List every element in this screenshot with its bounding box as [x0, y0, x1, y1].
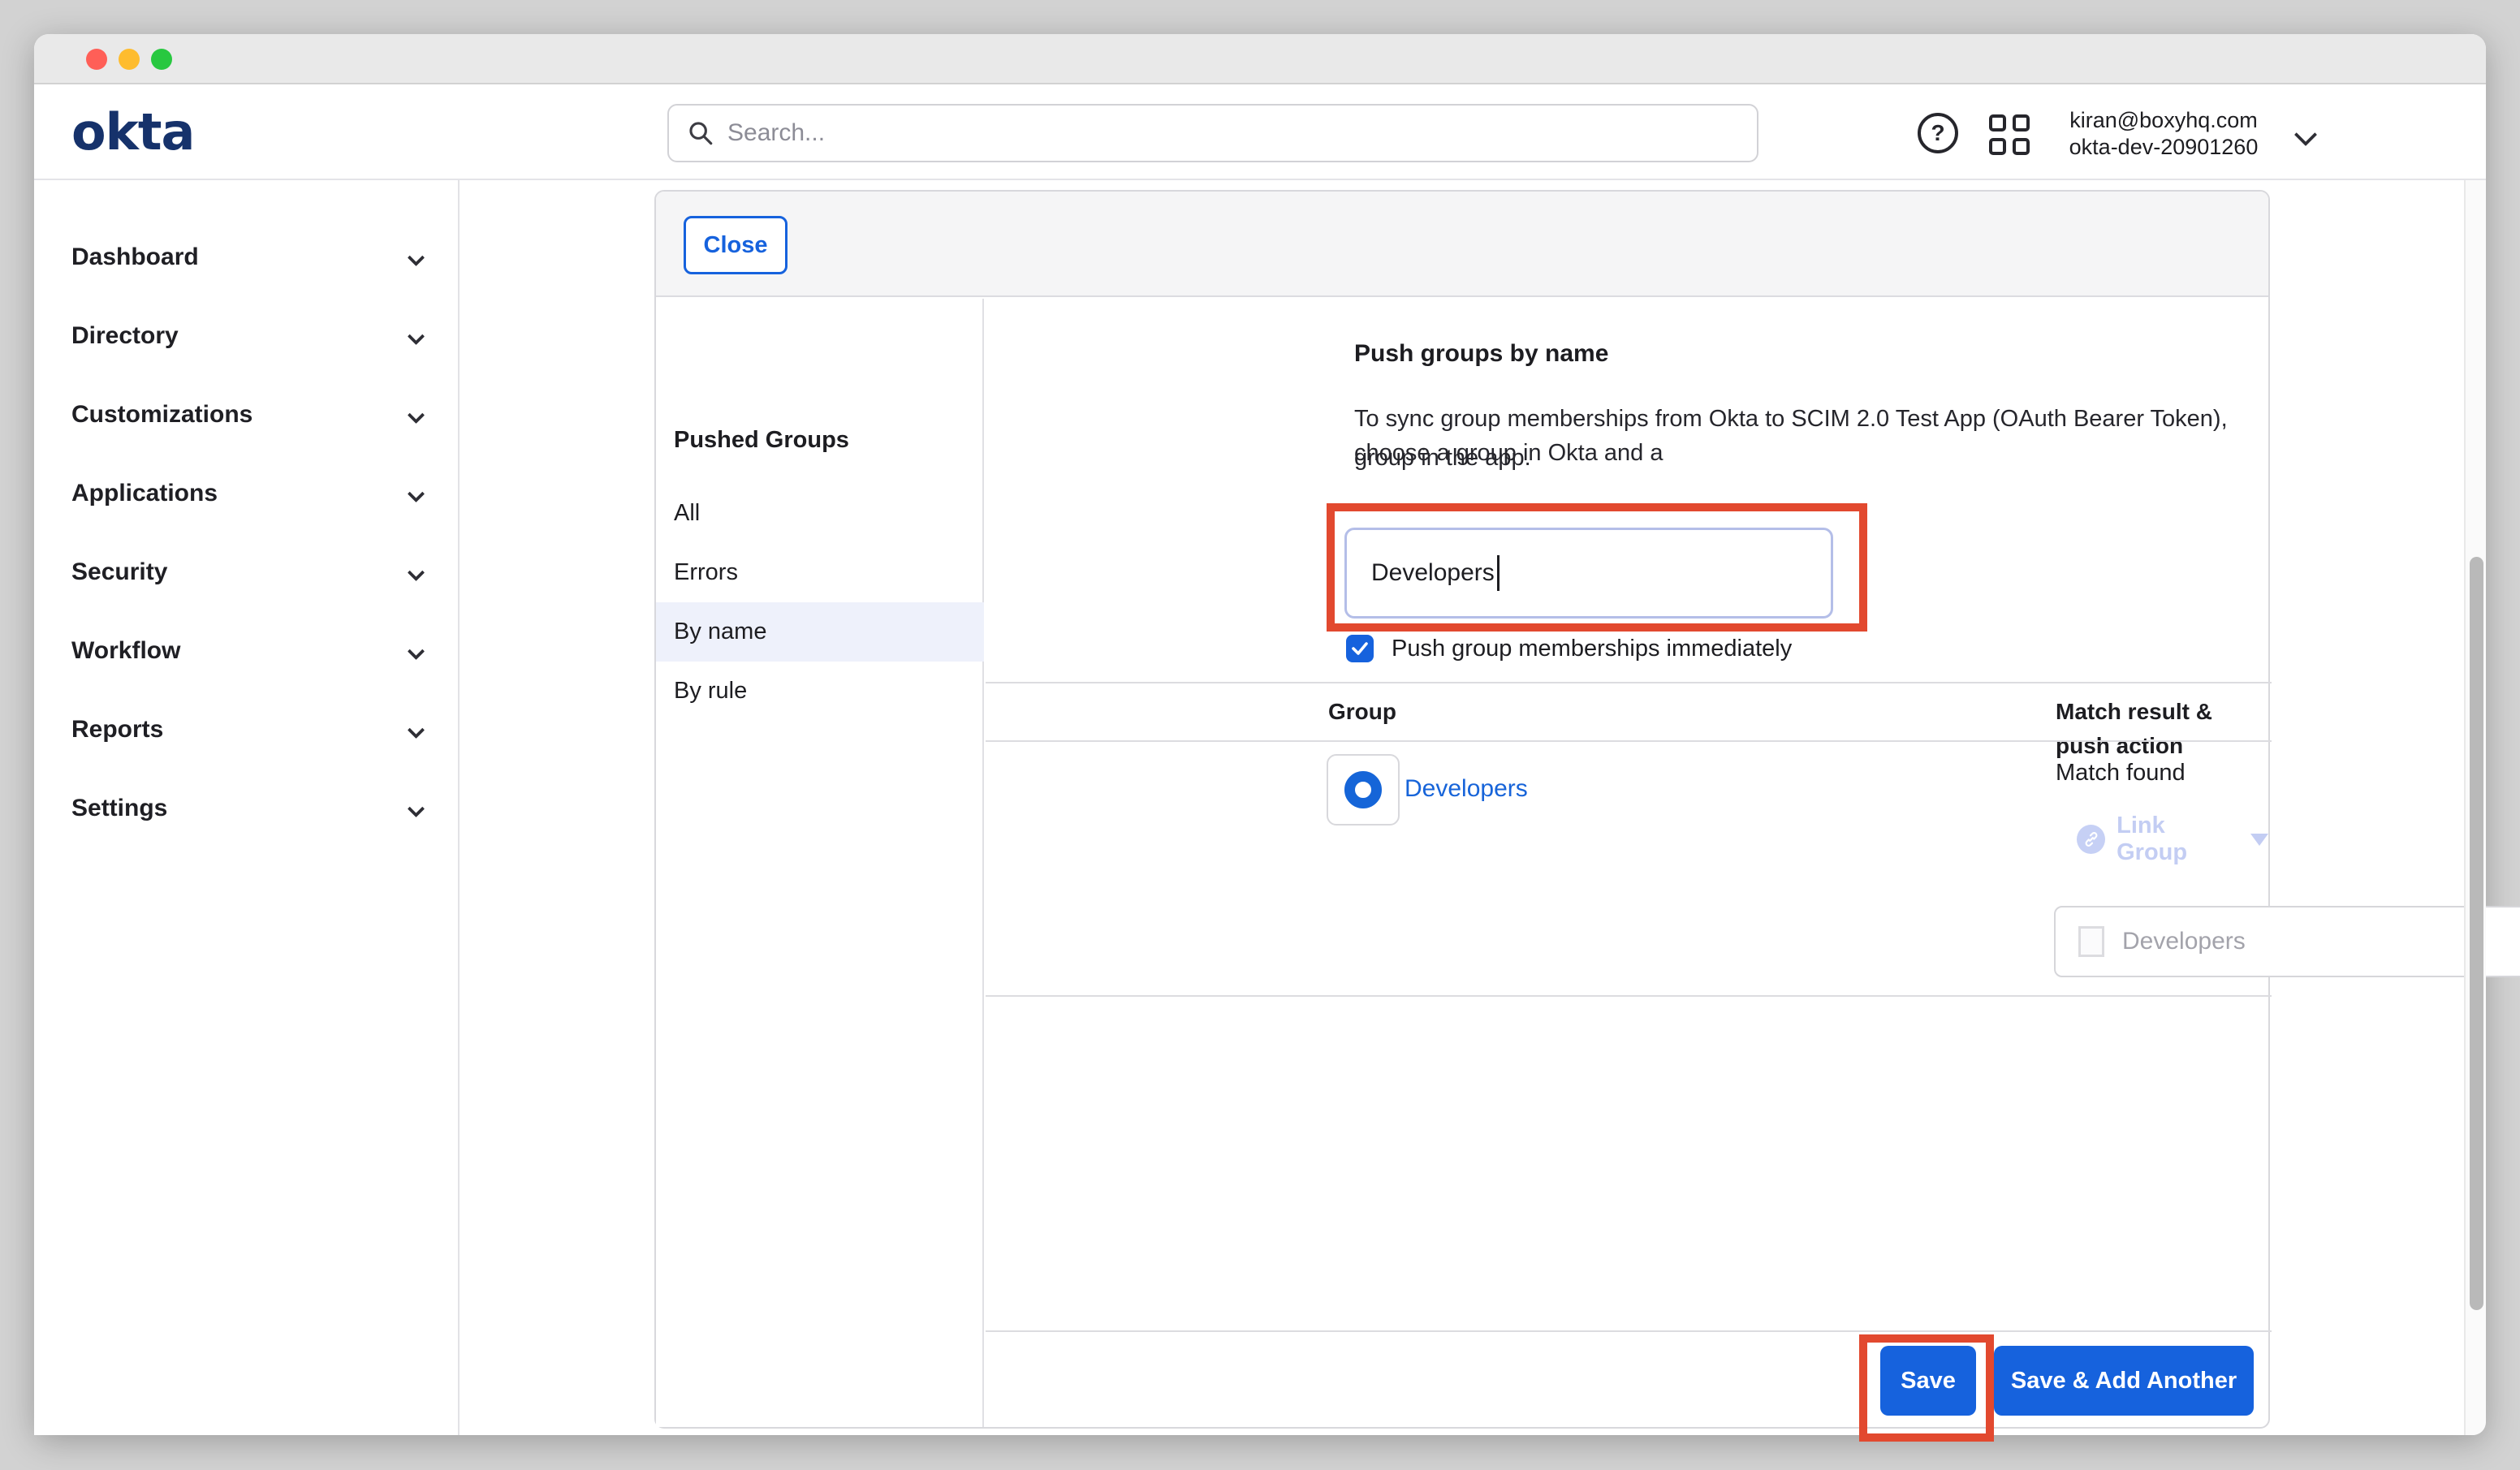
sidebar-item-applications[interactable]: Applications — [34, 468, 458, 519]
org-name: okta-dev-20901260 — [2048, 134, 2280, 161]
sidebar-item-label: Security — [71, 558, 167, 586]
footer-divider — [986, 1330, 2272, 1332]
checkbox-label: Push group memberships immediately — [1392, 632, 1792, 666]
target-group-select[interactable]: Developers — [2054, 906, 2520, 977]
sidebar-item-customizations[interactable]: Customizations — [34, 390, 458, 440]
chevron-down-icon — [408, 327, 425, 344]
search-icon — [687, 119, 714, 147]
link-icon — [2077, 825, 2105, 854]
chevron-down-icon — [408, 800, 425, 817]
search-input[interactable] — [727, 119, 1739, 147]
group-name-link[interactable]: Developers — [1405, 772, 1528, 806]
okta-logo: okta — [71, 102, 194, 162]
chevron-down-icon — [408, 485, 425, 502]
group-input-value: Developers — [1371, 559, 1495, 587]
save-add-another-button[interactable]: Save & Add Another — [1994, 1346, 2254, 1416]
push-immediately-checkbox[interactable] — [1346, 635, 1374, 662]
target-group-value: Developers — [2122, 928, 2520, 955]
sidebar-item-label: Customizations — [71, 401, 252, 429]
subnav-item-errors[interactable]: Errors — [656, 543, 984, 602]
user-menu[interactable]: kiran@boxyhq.com okta-dev-20901260 — [2048, 107, 2280, 161]
app-window: okta ? kiran@boxyhq.com okta-dev-2090126… — [34, 34, 2486, 1435]
titlebar — [34, 34, 2486, 84]
sidebar-item-settings[interactable]: Settings — [34, 783, 458, 834]
chevron-down-icon — [408, 406, 425, 423]
chevron-down-icon[interactable] — [2294, 123, 2317, 146]
group-icon — [1344, 771, 1382, 808]
close-button[interactable]: Close — [684, 216, 788, 274]
sidebar-item-dashboard[interactable]: Dashboard — [34, 232, 458, 282]
chevron-down-icon — [408, 248, 425, 265]
column-header-match: Match result & push action — [2056, 695, 2268, 729]
annotation-box-save — [1859, 1334, 1994, 1442]
sidebar-item-directory[interactable]: Directory — [34, 311, 458, 361]
sidebar-item-reports[interactable]: Reports — [34, 705, 458, 755]
subnav-item-by-name[interactable]: By name — [656, 602, 984, 662]
search-bar[interactable] — [667, 104, 1758, 162]
description-line2: group in the app. — [1354, 441, 1531, 475]
sidebar-item-label: Applications — [71, 480, 218, 507]
chevron-down-icon — [408, 642, 425, 659]
sidebar-item-label: Directory — [71, 322, 179, 350]
column-header-group: Group — [1328, 695, 1396, 729]
sidebar-item-label: Settings — [71, 795, 167, 822]
scrollbar-thumb[interactable] — [2470, 557, 2483, 1310]
sidebar: Dashboard Directory Customizations Appli… — [34, 180, 460, 1435]
text-cursor — [1497, 555, 1499, 591]
sidebar-item-workflow[interactable]: Workflow — [34, 626, 458, 676]
sidebar-item-label: Workflow — [71, 637, 180, 665]
group-name-input[interactable]: Developers — [1344, 528, 1833, 619]
check-icon — [1350, 639, 1370, 658]
help-icon[interactable]: ? — [1918, 113, 1958, 153]
pushed-groups-panel: Close Pushed Groups All Errors By name B… — [654, 190, 2270, 1429]
user-email: kiran@boxyhq.com — [2048, 107, 2280, 134]
sidebar-item-label: Reports — [71, 716, 163, 744]
sidebar-item-label: Dashboard — [71, 244, 199, 271]
minimize-window-button[interactable] — [119, 49, 140, 70]
table-top-border — [986, 682, 2272, 683]
apps-grid-icon[interactable] — [1989, 114, 2030, 155]
match-status: Match found — [2056, 756, 2186, 790]
subnav-item-by-rule[interactable]: By rule — [656, 662, 984, 721]
grid-square — [1989, 138, 2006, 155]
pushed-groups-subnav: Pushed Groups All Errors By name By rule — [656, 299, 984, 1427]
table-header-border — [986, 740, 2272, 742]
description-line1: To sync group memberships from Okta to S… — [1354, 402, 2268, 436]
sidebar-item-security[interactable]: Security — [34, 547, 458, 597]
triangle-down-icon — [2250, 834, 2268, 846]
table-row-border — [986, 995, 2272, 997]
link-group-label: Link Group — [2117, 813, 2239, 866]
page-title: Push groups by name — [1354, 337, 1608, 371]
chevron-down-icon — [408, 563, 425, 580]
group-icon-card — [1327, 754, 1400, 826]
subnav-title: Pushed Groups — [674, 422, 849, 458]
panel-header-strip: Close — [656, 192, 2268, 297]
select-checkbox-icon — [2078, 926, 2104, 957]
grid-square — [1989, 114, 2006, 131]
close-window-button[interactable] — [86, 49, 107, 70]
grid-square — [2013, 114, 2030, 131]
app-header: okta ? kiran@boxyhq.com okta-dev-2090126… — [34, 84, 2486, 180]
link-group-dropdown[interactable]: Link Group — [2077, 822, 2268, 856]
scrollbar-track[interactable] — [2464, 180, 2486, 1435]
chevron-down-icon — [408, 721, 425, 738]
subnav-item-all[interactable]: All — [656, 484, 984, 543]
maximize-window-button[interactable] — [151, 49, 172, 70]
grid-square — [2013, 138, 2030, 155]
